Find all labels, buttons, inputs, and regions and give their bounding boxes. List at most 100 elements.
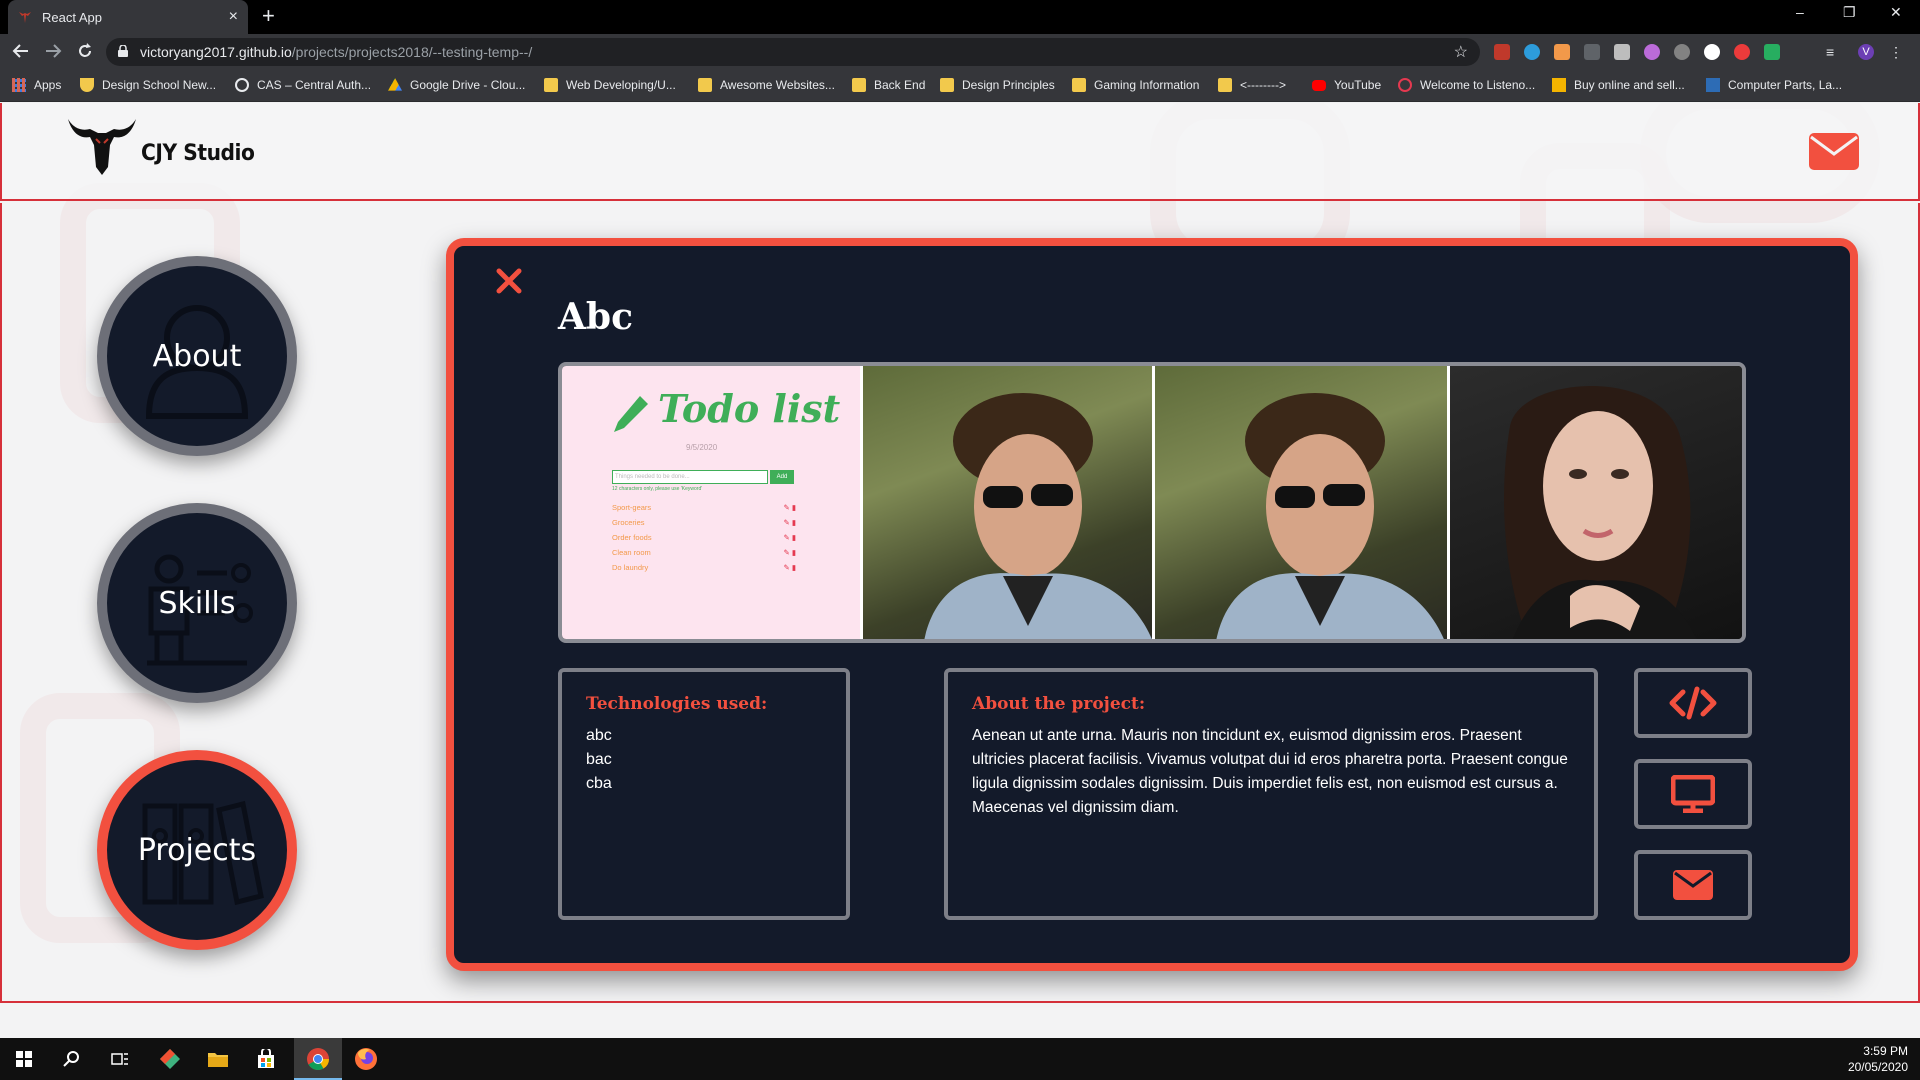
bookmark-folder[interactable]: Design Principles	[940, 78, 1055, 92]
about-heading: About the project:	[972, 694, 1146, 714]
browser-tab[interactable]: React App ×	[8, 0, 248, 34]
bookmark-item[interactable]: YouTube	[1312, 78, 1381, 92]
nav-projects[interactable]: Projects	[97, 750, 297, 950]
task-view-icon[interactable]	[96, 1038, 144, 1080]
todo-item: Order foods ✎ ▮	[612, 530, 796, 545]
bookmark-label: Awesome Websites...	[720, 78, 835, 92]
todo-item: Do laundry ✎ ▮	[612, 560, 796, 575]
forward-icon[interactable]	[44, 42, 62, 64]
bookmark-folder[interactable]: Back End	[852, 78, 925, 92]
apps-grid-icon	[12, 78, 26, 92]
project-title: Abc	[558, 296, 634, 338]
gallery-image-portrait[interactable]	[860, 366, 1152, 639]
todo-item-label: Sport-gears	[612, 503, 652, 512]
pdf-extension-icon[interactable]	[1494, 44, 1510, 60]
firefox-icon[interactable]	[342, 1038, 390, 1080]
todo-item: Groceries ✎ ▮	[612, 515, 796, 530]
todo-list: Sport-gears ✎ ▮ Groceries ✎ ▮ Order foods ✎…	[612, 500, 796, 575]
man-sunglasses-photo	[924, 393, 1152, 639]
new-tab-button[interactable]: +	[262, 5, 275, 27]
technologies-box: Technologies used: abc bac cba	[558, 668, 850, 920]
bookmark-label: YouTube	[1334, 78, 1382, 92]
bookmark-star-icon[interactable]: ☆	[1454, 42, 1468, 62]
chrome-icon[interactable]	[294, 1038, 342, 1080]
circle-extension-icon[interactable]	[1704, 44, 1720, 60]
about-project-box: About the project: Aenean ut ante urna. …	[944, 668, 1598, 920]
file-explorer-icon[interactable]	[194, 1038, 242, 1080]
system-clock[interactable]: 3:59 PM 20/05/2020	[1848, 1043, 1908, 1075]
nav-skills[interactable]: Skills	[97, 503, 297, 703]
folder-icon	[1218, 78, 1232, 92]
site-header: CJY Studio	[0, 103, 1920, 201]
bookmark-item[interactable]: Computer Parts, La...	[1706, 78, 1842, 92]
menu-kebab-icon[interactable]: ⋮	[1888, 44, 1904, 60]
bookmark-folder[interactable]: Awesome Websites...	[698, 78, 835, 92]
adblock-icon[interactable]	[1734, 44, 1750, 60]
gallery-image-portrait[interactable]	[1447, 366, 1742, 639]
edit-delete-icon: ✎ ▮	[783, 563, 797, 572]
listeno-icon	[1398, 78, 1412, 92]
picker-extension-icon[interactable]	[1614, 44, 1630, 60]
bookmark-folder[interactable]: Gaming Information	[1072, 78, 1199, 92]
close-window-button[interactable]: ✕	[1890, 4, 1902, 21]
woman-portrait-photo	[1504, 386, 1697, 639]
formula-extension-icon[interactable]	[1584, 44, 1600, 60]
shop-icon	[1552, 78, 1566, 92]
bookmark-folder[interactable]: Web Developing/U...	[544, 78, 676, 92]
bookmark-item[interactable]: Design School New...	[80, 78, 216, 92]
technology-item: cba	[586, 775, 612, 792]
folder-icon	[940, 78, 954, 92]
monitor-icon	[1671, 775, 1715, 813]
pencil-icon	[614, 396, 648, 432]
envelope-icon[interactable]	[1809, 133, 1859, 170]
bull-logo-icon[interactable]	[66, 115, 138, 177]
bookmark-label: Buy online and sell...	[1574, 78, 1685, 92]
profile-avatar[interactable]: V	[1858, 44, 1874, 60]
reload-icon[interactable]	[76, 42, 94, 64]
view-code-button[interactable]	[1634, 668, 1752, 738]
bookmark-item[interactable]: Welcome to Listeno...	[1398, 78, 1535, 92]
gallery-image-portrait[interactable]	[1152, 366, 1447, 639]
store-icon[interactable]	[242, 1038, 290, 1080]
pc-parts-icon	[1706, 78, 1720, 92]
todo-item: Clean room ✎ ▮	[612, 545, 796, 560]
browser-toolbar: victoryang2017.github.io/projects/projec…	[0, 34, 1920, 70]
colorzilla-icon[interactable]	[1644, 44, 1660, 60]
address-bar[interactable]: victoryang2017.github.io/projects/projec…	[106, 38, 1480, 66]
man-sunglasses-photo	[1216, 393, 1444, 639]
nav-about[interactable]: About	[97, 256, 297, 456]
clock-date: 20/05/2020	[1847, 1060, 1908, 1074]
search-icon[interactable]	[48, 1038, 96, 1080]
todo-app-title: Todo list	[658, 386, 841, 431]
react-devtools-icon[interactable]	[1524, 44, 1540, 60]
contact-button[interactable]	[1634, 850, 1752, 920]
bookmark-folder[interactable]: <-------->	[1218, 78, 1286, 92]
bookmark-item[interactable]: Buy online and sell...	[1552, 78, 1685, 92]
close-icon[interactable]	[494, 266, 524, 296]
bookmark-label: Gaming Information	[1094, 78, 1200, 92]
todo-hint: 12 characters only, please use 'Keyword'	[612, 486, 703, 492]
bookmark-item[interactable]: CAS – Central Auth...	[235, 78, 371, 92]
live-demo-button[interactable]	[1634, 759, 1752, 829]
todo-item: Sport-gears ✎ ▮	[612, 500, 796, 515]
ruler-extension-icon[interactable]	[1554, 44, 1570, 60]
bookmark-item[interactable]: Google Drive - Clou...	[388, 78, 525, 92]
image-gallery[interactable]: Todo list 9/5/2020 Things needed to be d…	[558, 362, 1746, 643]
lock-icon	[118, 45, 128, 57]
back-icon[interactable]	[12, 42, 30, 64]
gallery-image-todo[interactable]: Todo list 9/5/2020 Things needed to be d…	[562, 366, 860, 639]
todo-date: 9/5/2020	[686, 443, 718, 452]
gear-extension-icon[interactable]	[1674, 44, 1690, 60]
reading-list-icon[interactable]: ≡	[1826, 44, 1842, 60]
todo-item-label: Do laundry	[612, 563, 649, 572]
bookmark-label: <-------->	[1240, 78, 1286, 92]
minimize-button[interactable]: –	[1796, 4, 1804, 20]
git-icon[interactable]	[146, 1038, 194, 1080]
bookmark-apps[interactable]: Apps	[12, 78, 61, 92]
clock-time: 3:59 PM	[1863, 1044, 1908, 1058]
bookmark-label: Design School New...	[102, 78, 217, 92]
restore-button[interactable]: ❐	[1843, 4, 1856, 21]
tab-close-icon[interactable]: ×	[229, 8, 238, 26]
green-extension-icon[interactable]	[1764, 44, 1780, 60]
windows-start-icon[interactable]	[0, 1038, 48, 1080]
